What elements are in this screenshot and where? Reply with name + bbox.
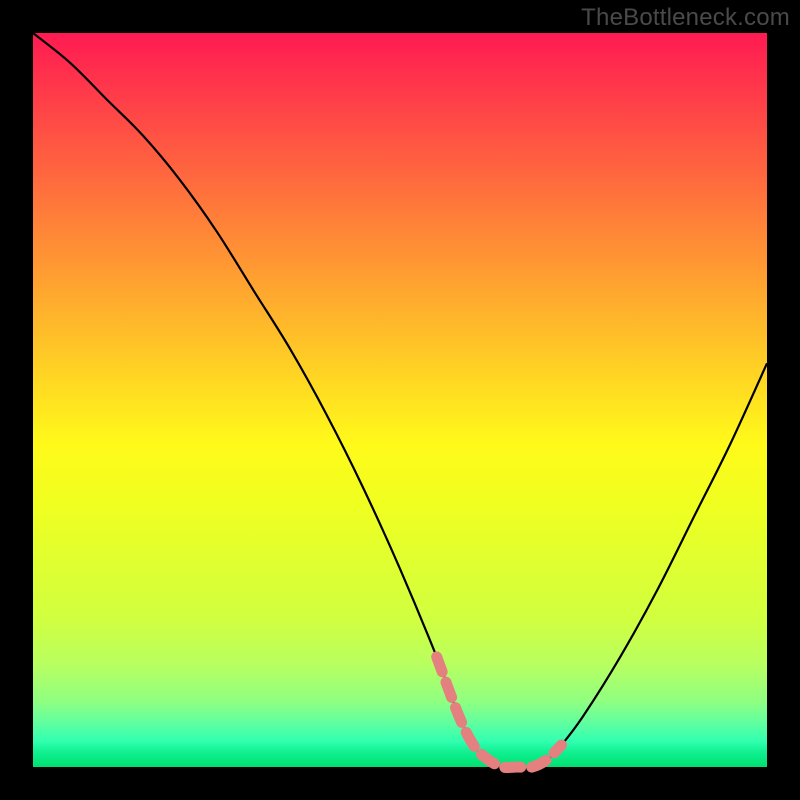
chart-frame: TheBottleneck.com: [0, 0, 800, 800]
curve-svg: [33, 33, 767, 767]
bottleneck-curve-path: [33, 33, 767, 768]
plot-area: [33, 33, 767, 767]
highlight-segment: [437, 657, 562, 768]
watermark-text: TheBottleneck.com: [581, 4, 790, 32]
